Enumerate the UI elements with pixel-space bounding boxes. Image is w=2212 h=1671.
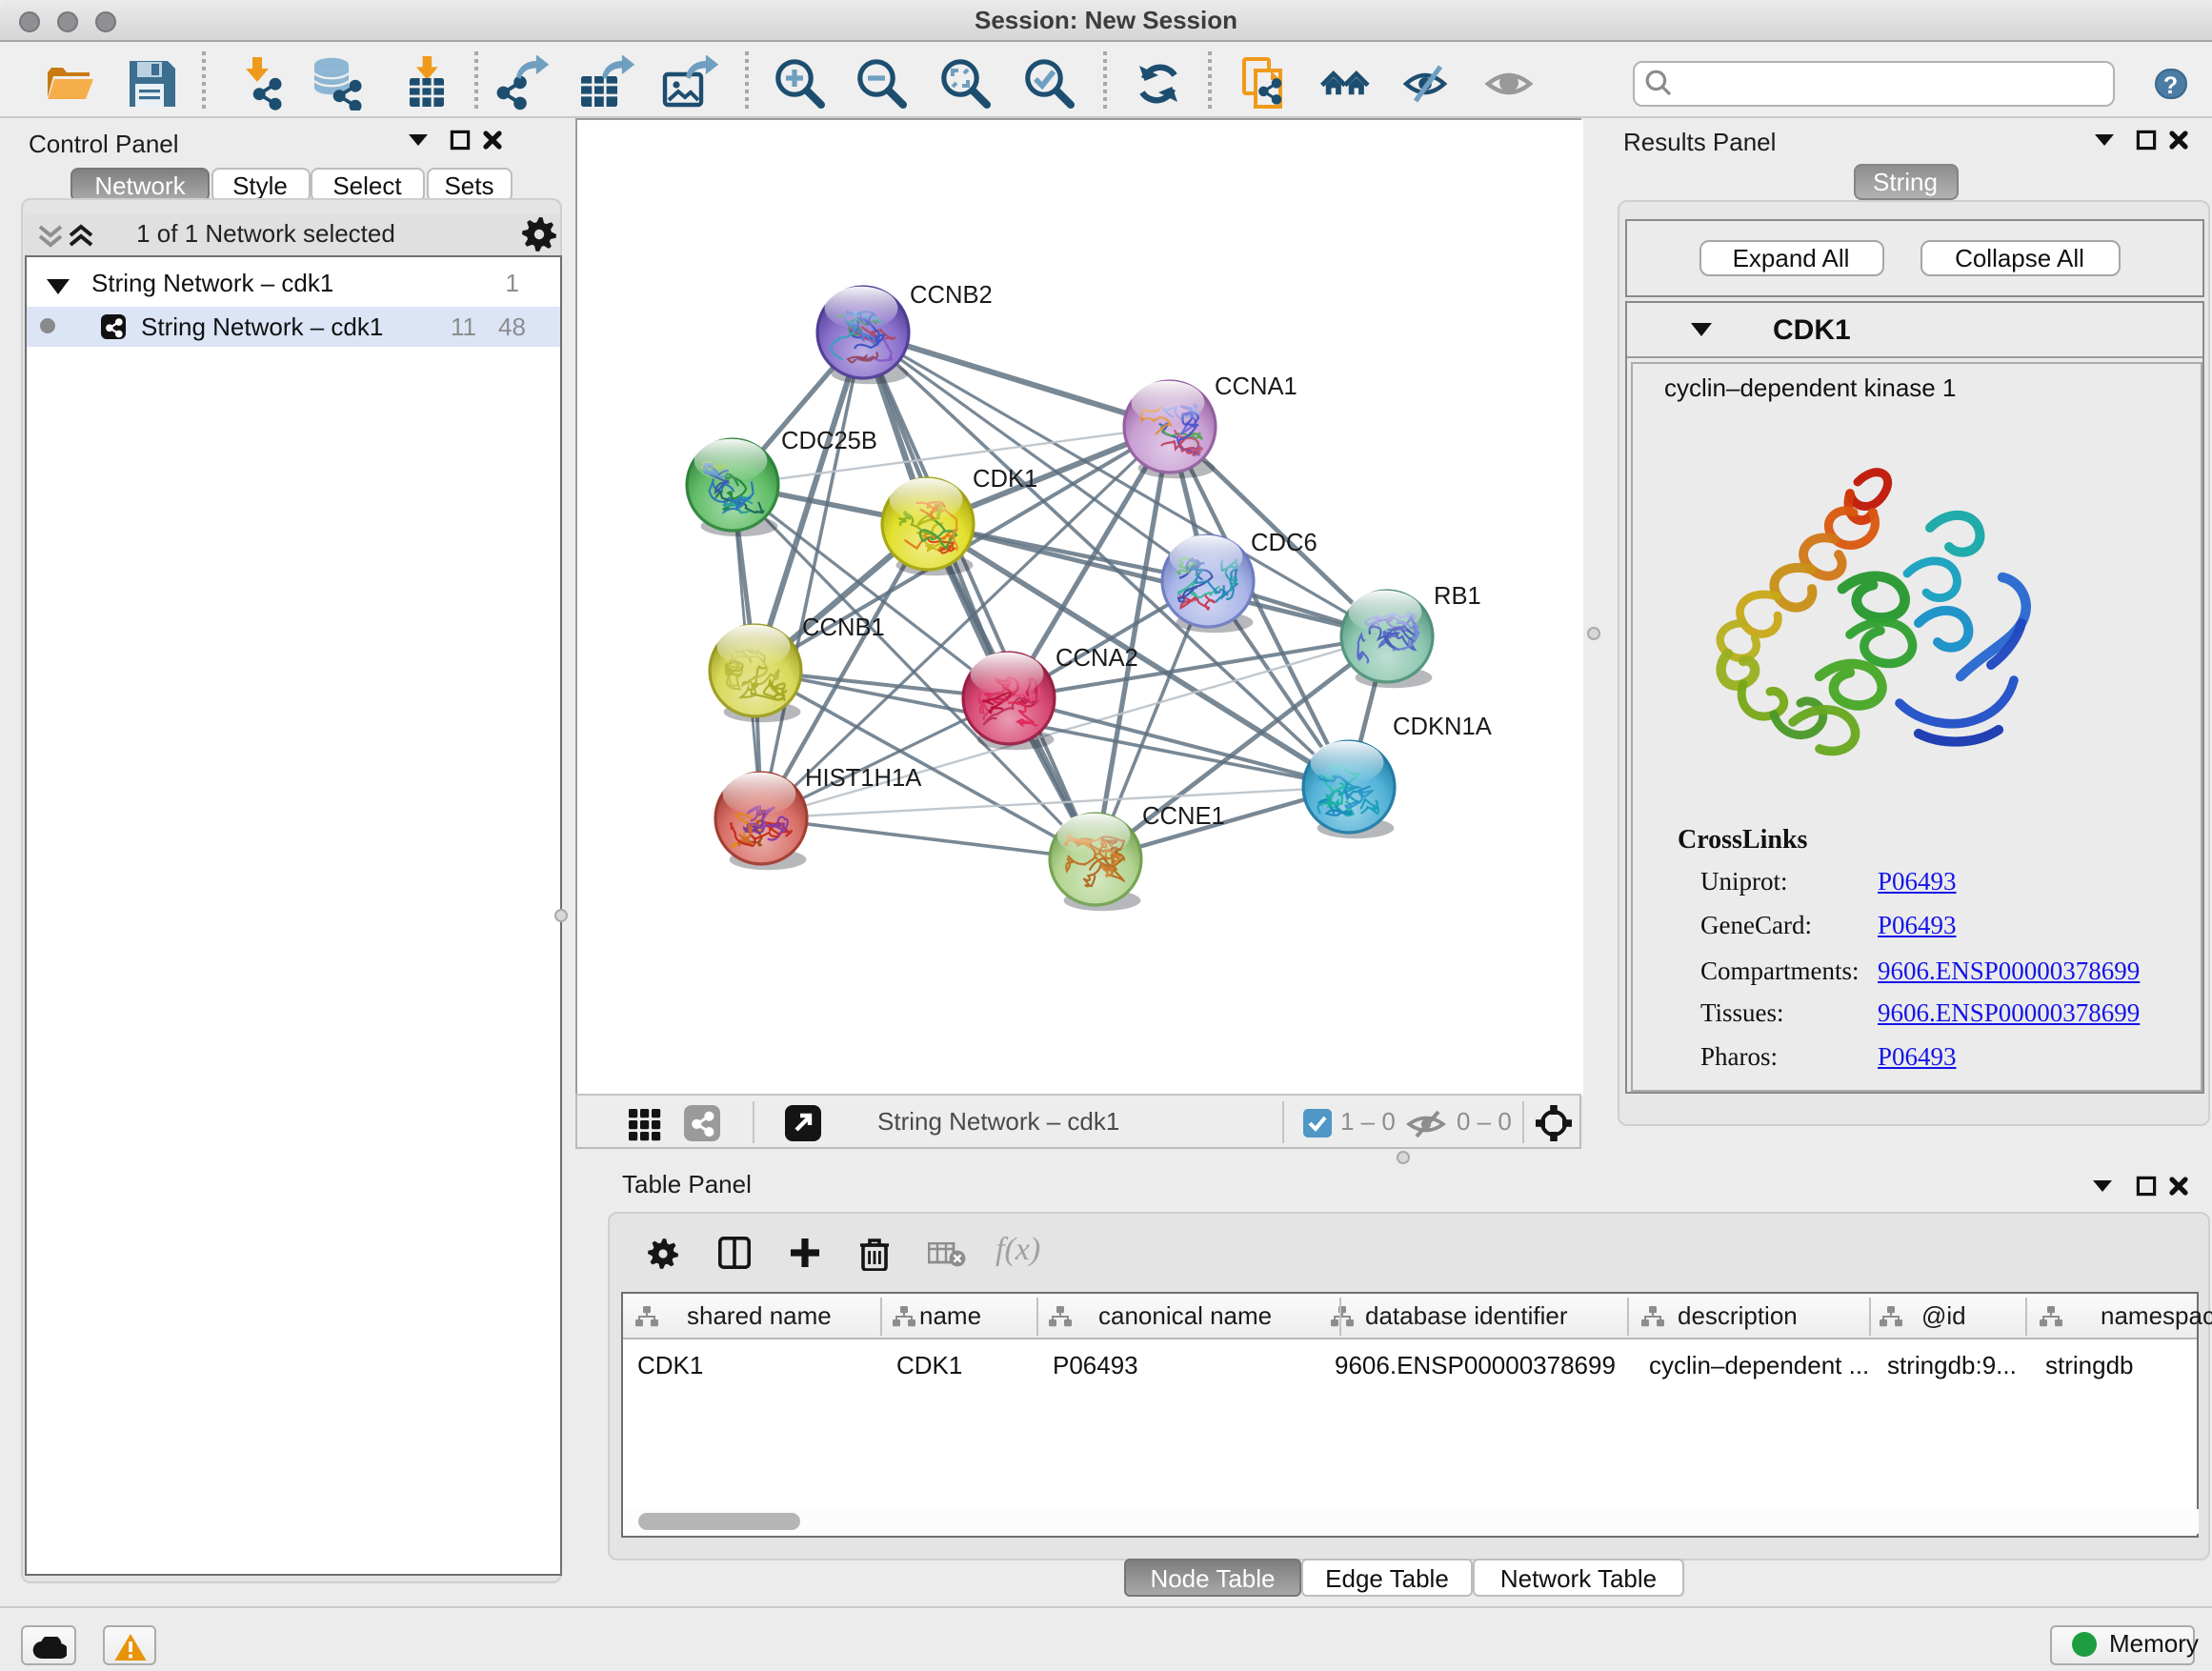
svg-text:CCNA2: CCNA2 (1055, 645, 1137, 672)
svg-text:CCNB1: CCNB1 (801, 614, 884, 641)
svg-text:CCNB2: CCNB2 (909, 282, 992, 309)
svg-text:CDKN1A: CDKN1A (1392, 714, 1492, 740)
svg-text:CDC6: CDC6 (1250, 530, 1317, 556)
svg-text:CCNE1: CCNE1 (1141, 803, 1224, 830)
svg-text:CDK1: CDK1 (972, 466, 1036, 493)
svg-text:HIST1H1A: HIST1H1A (804, 765, 921, 792)
svg-text:CDC25B: CDC25B (780, 428, 876, 454)
svg-text:RB1: RB1 (1433, 583, 1480, 610)
svg-text:CCNA1: CCNA1 (1214, 373, 1297, 400)
